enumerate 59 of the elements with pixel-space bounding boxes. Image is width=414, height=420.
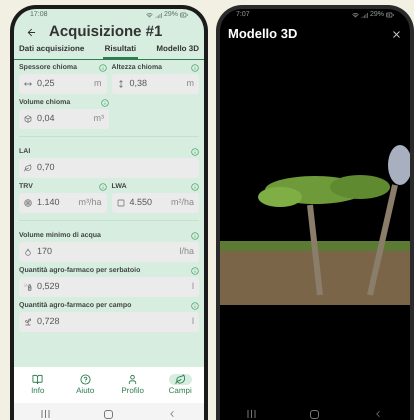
- value-field[interactable]: 1.140 m³/ha: [19, 193, 106, 213]
- field-icon: [24, 318, 32, 326]
- info-icon[interactable]: [101, 99, 109, 107]
- nav-item[interactable]: Campi: [168, 374, 192, 396]
- value-field[interactable]: 0,70: [19, 158, 199, 178]
- info-icon[interactable]: [98, 64, 106, 72]
- tab[interactable]: Risultati: [102, 43, 138, 59]
- nav-icon: [127, 374, 138, 384]
- nav-item[interactable]: Info: [26, 374, 50, 396]
- field-icon: [116, 199, 124, 207]
- wifi-icon: [146, 12, 153, 18]
- recent-apps-icon[interactable]: [41, 410, 50, 418]
- screen-title: Acquisizione #1: [49, 22, 162, 42]
- signal-icon: [154, 12, 162, 18]
- nav-icon: [80, 374, 91, 384]
- nav-icon: [174, 374, 186, 384]
- field-icon: [116, 80, 124, 88]
- info-icon[interactable]: [191, 148, 199, 156]
- nav-icon: [32, 374, 44, 384]
- back-arrow-icon[interactable]: [26, 26, 37, 38]
- unit-label: m³/ha: [78, 196, 102, 210]
- value-field[interactable]: 0,529 l: [19, 277, 199, 297]
- wifi-icon: [352, 12, 359, 18]
- battery-icon: [386, 11, 394, 19]
- info-icon[interactable]: [98, 183, 106, 191]
- tab[interactable]: Modello 3D: [154, 43, 201, 59]
- field-icon: [24, 199, 32, 207]
- screen-title: Modello 3D: [228, 25, 298, 44]
- nav-item[interactable]: Aiuto: [74, 374, 97, 396]
- field-icon: [24, 164, 32, 172]
- unit-label: l/ha: [179, 245, 194, 258]
- nav-item[interactable]: Profilo: [121, 374, 144, 396]
- recent-apps-icon[interactable]: [247, 410, 256, 418]
- close-icon[interactable]: [391, 28, 402, 40]
- info-icon[interactable]: [191, 183, 199, 191]
- unit-label: l: [192, 315, 194, 328]
- unit-label: m: [94, 77, 102, 90]
- signal-icon: [360, 12, 368, 18]
- value-field[interactable]: 0,38 m: [112, 74, 199, 94]
- unit-label: m: [186, 77, 194, 90]
- value-field[interactable]: 170 l/ha: [19, 242, 199, 262]
- info-icon[interactable]: [191, 64, 199, 72]
- value-field[interactable]: 0,25 m: [19, 74, 106, 94]
- value-field[interactable]: 0,04 m³: [19, 109, 109, 129]
- value-field[interactable]: 0,728 l: [19, 312, 199, 332]
- unit-label: m²/ha: [170, 196, 194, 210]
- info-icon[interactable]: [191, 232, 199, 240]
- battery-icon: [180, 11, 188, 19]
- unit-label: l: [192, 280, 194, 294]
- home-icon[interactable]: [104, 410, 113, 418]
- field-icon: [24, 80, 32, 88]
- field-icon: [24, 248, 32, 256]
- value-field[interactable]: 4.550 m²/ha: [112, 193, 199, 213]
- unit-label: m³: [94, 112, 104, 126]
- info-icon[interactable]: [191, 302, 199, 310]
- info-icon[interactable]: [191, 267, 199, 275]
- home-icon[interactable]: [310, 410, 319, 418]
- tab[interactable]: Dati acquisizione: [17, 43, 86, 59]
- field-icon: [24, 115, 32, 123]
